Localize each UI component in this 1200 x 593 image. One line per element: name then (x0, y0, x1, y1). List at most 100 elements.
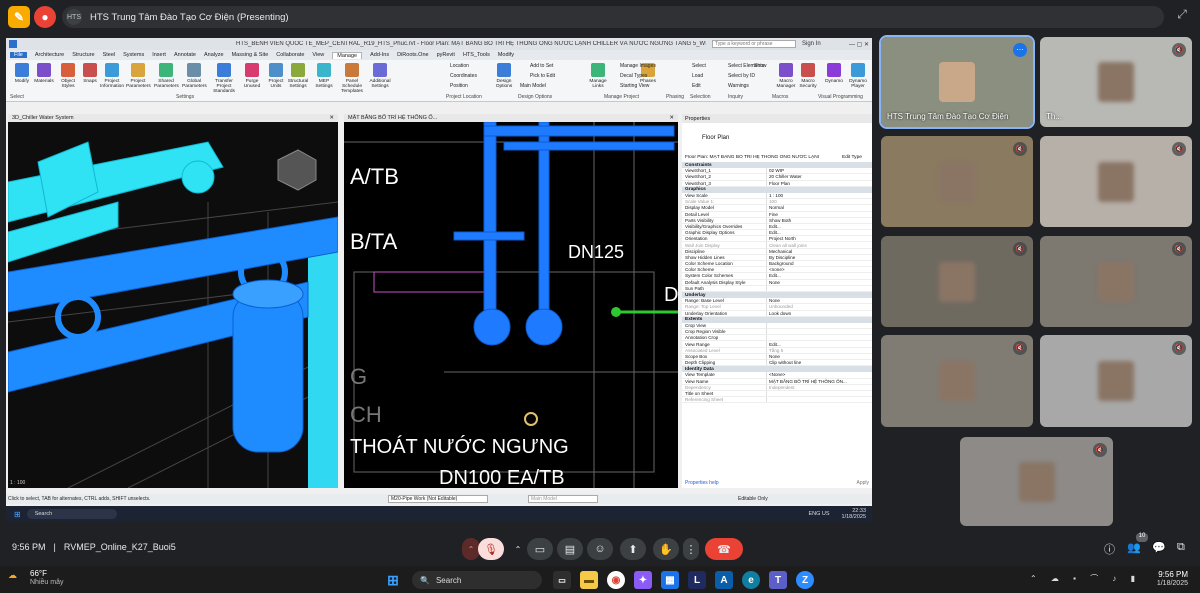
ribbon-tab[interactable]: DiRoots.One (397, 52, 429, 58)
property-value[interactable]: By Discipline (766, 254, 872, 260)
ribbon-small-button[interactable]: Pick to Edit (530, 73, 555, 79)
property-value[interactable] (766, 285, 872, 291)
ribbon-button[interactable]: Purge Unused (240, 63, 264, 89)
instance-selector[interactable]: Floor Plan: MẶT BẰNG BỐ TRÍ HỆ THỐNG ỐNG… (685, 155, 842, 160)
ribbon-small-button[interactable]: Edit (692, 83, 701, 89)
edit-type-button[interactable]: Edit Type (842, 155, 872, 160)
ribbon-tab[interactable]: View (312, 52, 324, 58)
autocad-icon[interactable]: A (715, 571, 733, 589)
ribbon-button[interactable]: Additional Settings (368, 63, 392, 89)
property-value[interactable]: Project North (766, 236, 872, 242)
chat-icon[interactable]: 💬 (1152, 541, 1166, 554)
app-l-icon[interactable]: L (688, 571, 706, 589)
ribbon-button[interactable]: Panel Schedule Templates (340, 63, 364, 94)
teams-icon[interactable]: T (769, 571, 787, 589)
property-value[interactable]: None (766, 298, 872, 304)
ribbon-small-button[interactable]: Load (692, 73, 703, 79)
property-value[interactable]: 20 Chiller Water (766, 174, 872, 180)
ribbon-tab[interactable]: Collaborate (276, 52, 304, 58)
participant-tile[interactable]: 🔇 Th... (1040, 37, 1192, 127)
property-value[interactable]: None (766, 353, 872, 359)
zoom-icon[interactable]: Z (796, 571, 814, 589)
property-row[interactable]: Referencing Sheet (682, 397, 872, 404)
meeting-details-icon[interactable]: ⓘ (1104, 541, 1115, 557)
ribbon-button[interactable]: MEP Settings (312, 63, 336, 89)
participant-tile[interactable]: 🔇 (881, 236, 1033, 327)
view-floor-plan[interactable]: MẶT BẰNG BỐ TRÍ HỆ THỐNG Ố... ✕ A/TB B/T… (344, 114, 678, 488)
property-value[interactable]: Edit... (766, 230, 872, 236)
participant-tile[interactable]: 🔇 (960, 437, 1113, 526)
raise-hand-button[interactable]: ✋ (653, 538, 679, 560)
property-value[interactable]: Show Both (766, 217, 872, 223)
view-3d-chiller[interactable]: 3D_Chiller Water System ✕ 1: 100 (8, 114, 338, 488)
ribbon-small-button[interactable]: Select (692, 63, 706, 69)
ribbon-button[interactable]: Macro Security (796, 63, 820, 89)
ribbon-button[interactable]: Object Styles (56, 63, 80, 89)
property-value[interactable]: <None> (766, 372, 872, 378)
notes-icon[interactable]: ✎ (8, 6, 30, 28)
ribbon-button[interactable]: Global Parameters (182, 63, 207, 89)
ribbon-tab[interactable]: Insert (152, 52, 166, 58)
property-value[interactable]: Edit... (766, 341, 872, 347)
ribbon-small-button[interactable]: Decal Types (620, 73, 647, 79)
ribbon-button[interactable]: Snaps (78, 63, 102, 84)
weather-icon[interactable]: ☁ (8, 570, 17, 581)
ribbon-tab[interactable]: pyRevit (437, 52, 455, 58)
property-value[interactable]: 100 (766, 199, 872, 205)
ribbon-tab[interactable]: HTS_Tools (463, 52, 490, 58)
camera-button[interactable]: ▭ (527, 538, 553, 560)
ribbon-small-button[interactable]: Coordinates (450, 73, 477, 79)
property-value[interactable]: Clip without line (766, 360, 872, 366)
ribbon-button[interactable]: Macro Manager (774, 63, 798, 89)
ribbon-button[interactable]: Materials (32, 63, 56, 84)
end-call-button[interactable]: ☎ (705, 538, 743, 560)
ribbon-button[interactable]: Shared Parameters (154, 63, 179, 89)
ribbon-tab[interactable]: Add-Ins (370, 52, 389, 58)
ribbon-tab[interactable]: Structure (72, 52, 94, 58)
ribbon-button[interactable]: Modify (10, 63, 34, 84)
property-value[interactable] (766, 397, 872, 403)
mic-off-button[interactable]: 🎙 (478, 538, 504, 560)
activities-icon[interactable]: ⧉ (1177, 541, 1185, 554)
emoji-button[interactable]: ☺ (587, 538, 613, 560)
record-icon[interactable]: ● (34, 6, 56, 28)
start-icon[interactable]: ⊞ (384, 571, 402, 589)
participant-tile[interactable]: 🔇 (1040, 136, 1192, 227)
ribbon-button[interactable]: Manage Links (586, 63, 610, 89)
ribbon-small-button[interactable]: Main Model (520, 83, 546, 89)
workset-dropdown[interactable]: M20-Pipe Work (Not Editable) (388, 495, 488, 503)
ribbon-button[interactable]: Design Options (492, 63, 516, 89)
window-controls[interactable]: — ▢ ✕ (842, 41, 872, 48)
file-explorer-icon[interactable]: ▬ (580, 571, 598, 589)
more-options-icon[interactable]: ⋯ (1013, 43, 1027, 57)
property-value[interactable]: Normal (766, 205, 872, 211)
property-value[interactable]: 1 : 100 (766, 192, 872, 199)
property-value[interactable]: Look down (766, 310, 872, 316)
property-value[interactable] (766, 322, 872, 329)
property-value[interactable]: Unbounded (766, 304, 872, 310)
editable-only-toggle[interactable]: Editable Only (738, 496, 768, 502)
store-icon[interactable]: ▦ (661, 571, 679, 589)
property-value[interactable]: Clean all wall joins (766, 242, 872, 248)
copilot-icon[interactable]: ✦ (634, 571, 652, 589)
ribbon-tab[interactable]: Annotate (174, 52, 196, 58)
view-close-icon[interactable]: ✕ (329, 115, 334, 121)
ribbon-small-button[interactable]: Select Elements (728, 63, 764, 69)
view-close-icon[interactable]: ✕ (669, 115, 674, 121)
property-value[interactable]: Edit... (766, 223, 872, 230)
ribbon-button[interactable]: Project Units (264, 63, 288, 89)
fullscreen-icon[interactable]: ⤢ (1172, 7, 1192, 27)
more-options-button[interactable]: ⋮ (683, 538, 699, 560)
ribbon-tab[interactable]: Modify (498, 52, 514, 58)
taskbar-search[interactable]: 🔍 Search (412, 571, 542, 589)
sign-in-link[interactable]: Sign In (802, 41, 842, 47)
viewcube-icon[interactable] (277, 149, 317, 191)
quick-access-toolbar[interactable] (6, 40, 236, 48)
camera-options-chevron-icon[interactable]: ⌃ (511, 538, 525, 560)
ribbon-small-button[interactable]: Position (450, 83, 468, 89)
ribbon-small-button[interactable]: Manage Images (620, 63, 656, 69)
ribbon-small-button[interactable]: Location (450, 63, 469, 69)
ribbon-small-button[interactable]: Starting View (620, 83, 649, 89)
property-value[interactable]: MẶT BẰNG BỐ TRÍ HỆ THỐNG ỐN... (766, 378, 872, 384)
ribbon-button[interactable]: Project Parameters (126, 63, 151, 89)
